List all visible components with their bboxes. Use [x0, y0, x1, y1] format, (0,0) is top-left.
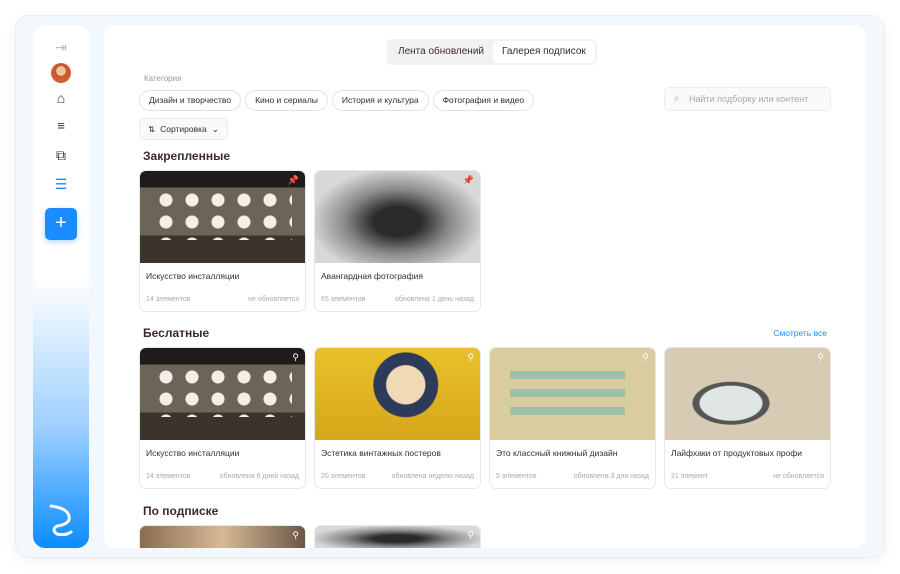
sort-label: Сортировка [160, 124, 207, 134]
logo [49, 504, 73, 537]
card-updated: обновлена 3 дня назад [573, 473, 649, 480]
card-image: 📌 [140, 171, 305, 263]
card-count: 14 элементов [146, 296, 191, 303]
pinned-row: 📌 Искусство инсталляции 14 элементов не о… [139, 170, 481, 312]
card-title: Искусство инсталляции [146, 271, 240, 281]
collapse-icon[interactable]: ⇥ [55, 40, 67, 54]
chip-movies[interactable]: Кино и сериалы [245, 90, 328, 111]
section-title-free: Беслатные [143, 326, 210, 340]
pin-icon[interactable]: ⚲ [817, 352, 824, 363]
view-tabs: Лента обновлений Галерея подписок [387, 39, 597, 65]
card-updated: не обновляется [248, 296, 299, 303]
sidebar: ⇥ ⌂ ≡ ⧉ ☰ + [33, 25, 89, 548]
card-image: 📌 [315, 171, 480, 263]
collection-card[interactable]: 📌 Искусство инсталляции 14 элементов не о… [139, 170, 306, 312]
card-image: ⚲ [315, 348, 480, 440]
collection-card[interactable]: ⚲ Это классный книжный дизайн 5 элементо… [489, 347, 656, 489]
pin-icon[interactable]: ⚲ [467, 530, 474, 541]
card-title: Эстетика винтажных постеров [321, 448, 441, 458]
card-updated: обновлена 6 дней назад [219, 473, 299, 480]
card-count: 20 элементов [321, 473, 366, 480]
card-count: 5 элементов [496, 473, 537, 480]
card-count: 21 элемент [671, 473, 708, 480]
sort-icon: ⇅ [148, 124, 156, 134]
pin-icon[interactable]: 📌 [288, 175, 299, 186]
card-title: Лайфхаки от продуктовых профи [671, 448, 803, 458]
card-updated: не обновляется [773, 473, 824, 480]
avatar[interactable] [51, 63, 71, 83]
add-collection-icon[interactable]: ⧉ [56, 148, 66, 162]
card-title: Авангардная фотография [321, 271, 423, 281]
chip-design[interactable]: Дизайн и творчество [139, 90, 242, 111]
card-count: 65 элементов [321, 296, 366, 303]
card-title: Искусство инсталляции [146, 448, 240, 458]
search-icon: ⌕ [674, 93, 680, 104]
add-button[interactable]: + [45, 208, 77, 240]
category-label: Категория [144, 74, 182, 83]
sort-dropdown[interactable]: ⇅ Сортировка ⌄ [139, 118, 228, 140]
search-input[interactable]: ⌕ Найти подборку или контент [664, 87, 831, 111]
chip-history[interactable]: История и культура [331, 90, 429, 111]
collection-card[interactable]: ⚲ Лайфхаки от продуктовых профи 21 элеме… [664, 347, 831, 489]
collection-card[interactable]: ⚲ Эстетика винтажных постеров 20 элемент… [314, 347, 481, 489]
card-image: ⚲ [315, 526, 480, 548]
card-image: ⚲ [490, 348, 655, 440]
section-title-pinned: Закрепленные [143, 149, 231, 163]
pin-icon[interactable]: ⚲ [467, 352, 474, 363]
collections-icon[interactable]: ☰ [55, 177, 68, 191]
pin-icon[interactable]: 📌 [463, 175, 474, 186]
card-updated: обновлена 1 день назад [394, 296, 474, 303]
category-chips: Дизайн и творчество Кино и сериалы Истор… [139, 90, 535, 111]
main-content: Лента обновлений Галерея подписок Катего… [104, 25, 866, 548]
card-image: ⚲ [665, 348, 830, 440]
collection-card[interactable]: ⚲ [314, 525, 481, 548]
card-count: 14 элементов [146, 473, 191, 480]
chip-photo[interactable]: Фотография и видео [432, 90, 535, 111]
pin-icon[interactable]: ⚲ [292, 530, 299, 541]
pin-icon[interactable]: ⚲ [642, 352, 649, 363]
tab-updates-feed[interactable]: Лента обновлений [389, 41, 493, 63]
card-image: ⚲ [140, 348, 305, 440]
subscription-row: ⚲ ⚲ [139, 525, 481, 548]
card-image: ⚲ [140, 526, 305, 548]
collection-card[interactable]: 📌 Авангардная фотография 65 элементов обн… [314, 170, 481, 312]
see-all-link[interactable]: Смотреть все [773, 328, 827, 338]
card-title: Это классный книжный дизайн [496, 448, 618, 458]
filter-icon[interactable]: ≡ [57, 119, 65, 132]
section-title-subscription: По подписке [143, 504, 219, 518]
free-row: ⚲ Искусство инсталляции 14 элементов обно… [139, 347, 831, 489]
home-icon[interactable]: ⌂ [57, 91, 65, 105]
tab-subscriptions-gallery[interactable]: Галерея подписок [493, 41, 595, 63]
chevron-down-icon: ⌄ [211, 124, 219, 134]
collection-card[interactable]: ⚲ [139, 525, 306, 548]
search-placeholder: Найти подборку или контент [689, 94, 809, 104]
collection-card[interactable]: ⚲ Искусство инсталляции 14 элементов обно… [139, 347, 306, 489]
pin-icon[interactable]: ⚲ [292, 352, 299, 363]
card-updated: обновлена неделю назад [391, 473, 474, 480]
